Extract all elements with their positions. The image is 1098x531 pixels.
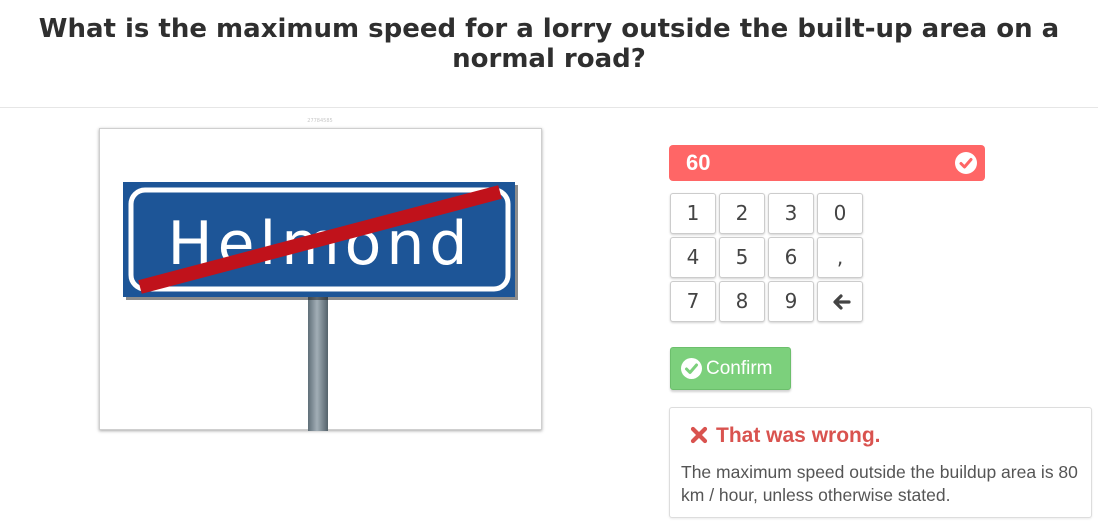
end-of-town-sign-illustration: Helmond bbox=[123, 182, 518, 431]
check-circle-icon bbox=[681, 358, 702, 379]
key-6[interactable]: 6 bbox=[768, 237, 814, 278]
question-image: Helmond bbox=[99, 128, 542, 431]
question-title: What is the maximum speed for a lorry ou… bbox=[38, 14, 1060, 74]
feedback-title: That was wrong. bbox=[690, 422, 881, 450]
number-keypad: 1 2 3 0 4 5 6 , 7 8 9 bbox=[670, 193, 864, 324]
feedback-body: The maximum speed outside the buildup ar… bbox=[681, 462, 1078, 505]
key-comma[interactable]: , bbox=[817, 237, 863, 278]
key-3[interactable]: 3 bbox=[768, 193, 814, 234]
key-8[interactable]: 8 bbox=[719, 281, 765, 322]
key-0[interactable]: 0 bbox=[817, 193, 863, 234]
key-2[interactable]: 2 bbox=[719, 193, 765, 234]
key-1[interactable]: 1 bbox=[670, 193, 716, 234]
feedback-title-text: That was wrong. bbox=[716, 424, 881, 447]
arrow-left-icon bbox=[833, 294, 851, 310]
key-9[interactable]: 9 bbox=[768, 281, 814, 322]
feedback-panel: That was wrong. The maximum speed outsid… bbox=[669, 407, 1092, 518]
confirm-button[interactable]: Confirm bbox=[670, 347, 791, 390]
x-icon bbox=[690, 426, 708, 444]
key-7[interactable]: 7 bbox=[670, 281, 716, 322]
header-divider bbox=[0, 107, 1098, 108]
answer-value: 60 bbox=[686, 150, 711, 175]
key-4[interactable]: 4 bbox=[670, 237, 716, 278]
image-caption: 27784585 bbox=[307, 118, 333, 124]
key-backspace[interactable] bbox=[817, 281, 863, 322]
answer-field[interactable]: 60 bbox=[669, 145, 985, 181]
key-5[interactable]: 5 bbox=[719, 237, 765, 278]
check-circle-icon bbox=[955, 152, 977, 174]
confirm-label: Confirm bbox=[706, 358, 773, 379]
